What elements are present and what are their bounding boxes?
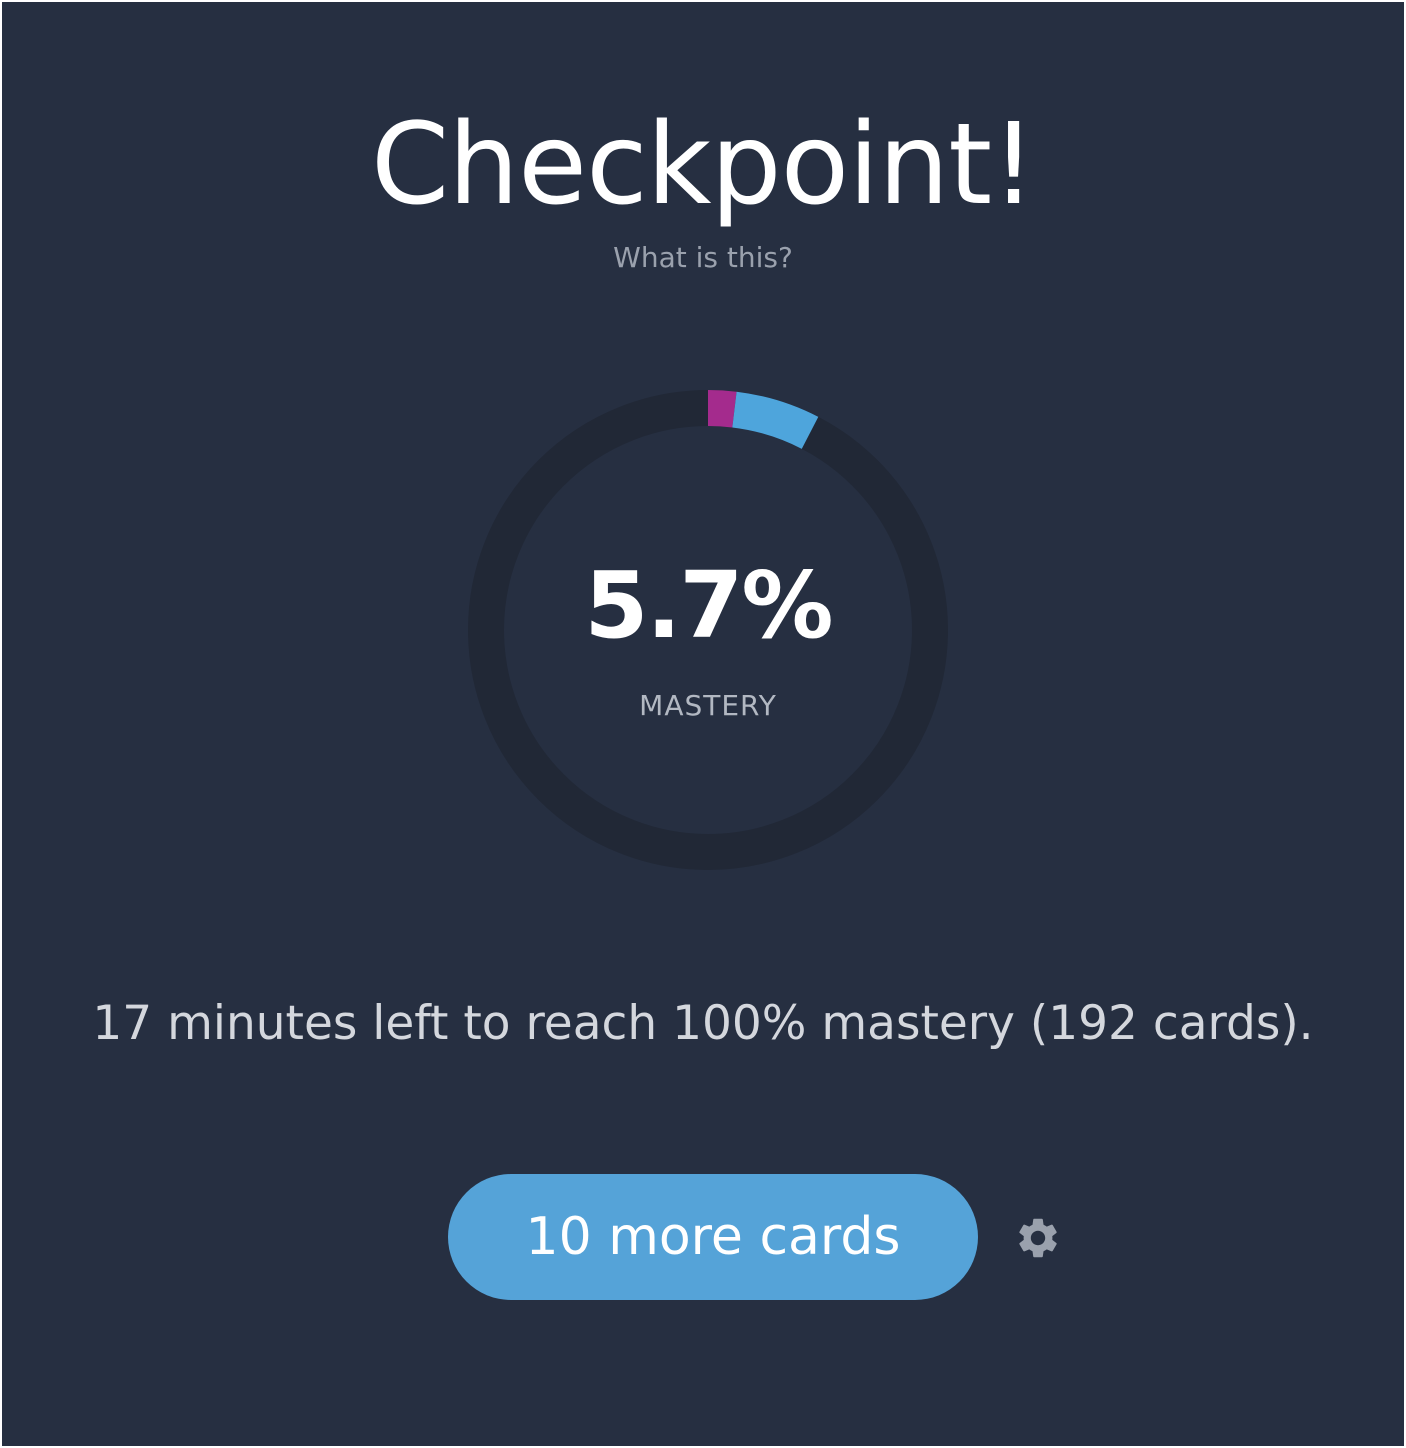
page-title: Checkpoint! <box>370 100 1036 230</box>
mastery-percent: 5.7% <box>584 552 833 659</box>
mastery-ring: 5.7% MASTERY <box>466 388 950 872</box>
ring-segment-blue <box>731 391 819 449</box>
checkpoint-panel: Checkpoint! What is this? 5.7% MASTERY 1… <box>2 2 1404 1446</box>
ring-segment-magenta <box>707 390 737 428</box>
what-is-this-link[interactable]: What is this? <box>2 240 1404 276</box>
gear-icon[interactable] <box>1014 1214 1062 1262</box>
more-cards-button[interactable]: 10 more cards <box>448 1174 978 1300</box>
mastery-label: MASTERY <box>639 689 777 722</box>
time-remaining-text: 17 minutes left to reach 100% mastery (1… <box>92 996 1314 1051</box>
